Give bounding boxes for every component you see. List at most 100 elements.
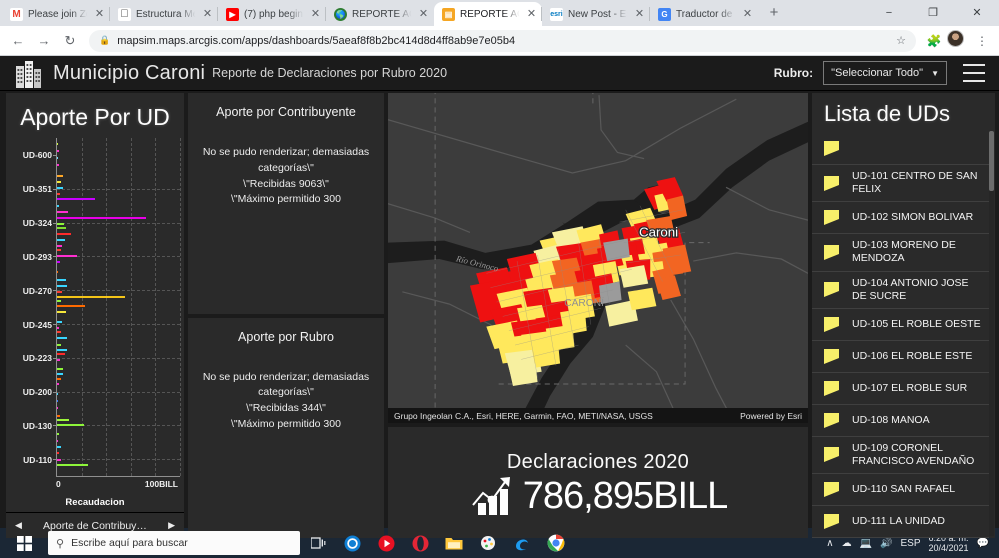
chart-bar[interactable] — [57, 211, 69, 214]
file-explorer-icon[interactable] — [438, 528, 470, 558]
chart-bar[interactable] — [57, 445, 62, 448]
scrollbar-thumb[interactable] — [989, 131, 994, 191]
maximize-button[interactable]: ❐ — [911, 0, 955, 26]
new-tab-button[interactable]: + — [762, 2, 786, 26]
chart-bar[interactable] — [57, 279, 67, 282]
map-widget[interactable]: Caroni CARONÍ Río Orinoco Grupo Ingeolan… — [388, 93, 808, 423]
list-item[interactable]: UD-104 ANTONIO JOSE DE SUCRE — [812, 272, 989, 309]
address-bar[interactable]: 🔒 mapsim.maps.arcgis.com/apps/dashboards… — [89, 29, 916, 52]
chart-bar[interactable] — [57, 304, 86, 307]
chart-bar[interactable] — [57, 464, 88, 467]
chart-bar[interactable] — [57, 344, 62, 347]
media-player-icon[interactable] — [370, 528, 402, 558]
chart-bar[interactable] — [57, 368, 63, 371]
chart-bar[interactable] — [57, 300, 61, 303]
tray-chevron-icon[interactable]: ∧ — [826, 538, 833, 549]
chart-bar[interactable] — [57, 175, 64, 178]
list-item[interactable]: UD-103 MORENO DE MENDOZA — [812, 234, 989, 272]
list-item[interactable]: UD-107 EL ROBLE SUR — [812, 373, 989, 405]
chart-bar[interactable] — [57, 433, 59, 436]
chart-bar[interactable] — [57, 198, 96, 201]
close-icon[interactable]: ✕ — [309, 8, 322, 21]
cortana-icon[interactable] — [336, 528, 368, 558]
chart-bar[interactable] — [57, 383, 59, 386]
task-view-icon[interactable] — [302, 528, 334, 558]
language-indicator[interactable]: ESP — [900, 538, 920, 549]
list-item[interactable]: UD-111 LA UNIDAD — [812, 506, 989, 538]
chart-bar[interactable] — [57, 414, 61, 417]
edge-legacy-icon[interactable] — [506, 528, 538, 558]
back-icon[interactable]: ← — [6, 29, 30, 53]
chart-bar[interactable] — [57, 348, 67, 351]
chart-bar[interactable] — [57, 271, 58, 274]
chart-bar[interactable] — [57, 295, 125, 298]
chart-bar[interactable] — [57, 423, 85, 426]
close-icon[interactable]: ✕ — [93, 8, 106, 21]
chart-bar[interactable] — [57, 392, 59, 395]
list-item[interactable]: UD-105 EL ROBLE OESTE — [812, 309, 989, 341]
chart-bar[interactable] — [57, 458, 62, 461]
chart-bar[interactable] — [57, 142, 58, 145]
close-icon[interactable]: ✕ — [201, 8, 214, 21]
rubro-select[interactable]: "Seleccionar Todo" ▼ — [823, 61, 947, 85]
chrome-icon[interactable] — [540, 528, 572, 558]
reload-icon[interactable]: ↻ — [58, 29, 82, 53]
chart-bar[interactable] — [57, 337, 68, 340]
close-window-button[interactable]: ✕ — [955, 0, 999, 26]
browser-tab[interactable]:  Estructura Menu ✕ — [109, 2, 218, 26]
list-item[interactable]: UD-108 MANOA — [812, 405, 989, 437]
chart-bar[interactable] — [57, 321, 62, 324]
chart-bar[interactable] — [57, 192, 60, 195]
network-icon[interactable]: 💻 — [860, 538, 872, 549]
forward-icon[interactable]: → — [32, 29, 56, 53]
chart-bar[interactable] — [57, 227, 66, 230]
windows-start-icon[interactable] — [4, 528, 44, 558]
avatar[interactable] — [947, 29, 969, 52]
action-center-icon[interactable]: 💬 — [977, 538, 989, 549]
browser-tab[interactable]: 🌎 REPORTE ACTIV ✕ — [325, 2, 434, 26]
chart-bar[interactable] — [57, 406, 59, 409]
chart-bar[interactable] — [57, 359, 61, 362]
chart-bar[interactable] — [57, 260, 60, 263]
browser-tab[interactable]: ▶ (7) php beginne ✕ — [217, 2, 326, 26]
chart-bar[interactable] — [57, 326, 60, 329]
opera-icon[interactable] — [404, 528, 436, 558]
chart-bar[interactable] — [57, 149, 59, 152]
chart-bar[interactable] — [57, 205, 60, 208]
list-item[interactable] — [812, 133, 989, 165]
puzzle-icon[interactable]: 🧩 — [923, 30, 945, 52]
volume-icon[interactable]: 🔊 — [880, 538, 892, 549]
close-icon[interactable]: ✕ — [525, 8, 538, 21]
chart-bar[interactable] — [57, 285, 67, 288]
chart-bar[interactable] — [57, 419, 69, 422]
list-item[interactable]: UD-110 SAN RAFAEL — [812, 474, 989, 506]
list-item[interactable]: UD-101 CENTRO DE SAN FELIX — [812, 165, 989, 203]
chart-bar[interactable] — [57, 451, 60, 454]
minimize-button[interactable]: − — [867, 0, 911, 26]
close-icon[interactable]: ✕ — [633, 8, 646, 21]
chart-bar[interactable] — [57, 181, 62, 184]
browser-tab[interactable]: M Please join Zoom ✕ — [2, 2, 110, 26]
paint-icon[interactable] — [472, 528, 504, 558]
browser-tab[interactable]: G Traductor de Go ✕ — [649, 2, 758, 26]
star-icon[interactable]: ☆ — [896, 34, 906, 47]
kebab-menu-icon[interactable]: ⋮ — [971, 30, 993, 52]
browser-tab[interactable]: esri New Post - Esri ✕ — [541, 2, 650, 26]
chart-bar[interactable] — [57, 156, 59, 159]
chart-bar[interactable] — [57, 255, 78, 258]
onedrive-icon[interactable]: ☁ — [842, 538, 852, 549]
chart-bar[interactable] — [57, 399, 59, 402]
browser-tab-active[interactable]: ▤ REPORTE ACTIV ✕ — [434, 2, 542, 26]
map-canvas[interactable]: Caroni CARONÍ Río Orinoco — [388, 93, 808, 423]
chart-bar[interactable] — [57, 353, 65, 356]
chart-bar[interactable] — [57, 373, 64, 376]
chart-bar[interactable] — [57, 249, 61, 252]
hamburger-menu-icon[interactable] — [963, 64, 985, 82]
chart-bar[interactable] — [57, 331, 61, 334]
chart-bar[interactable] — [57, 440, 59, 443]
chart-bar[interactable] — [57, 290, 62, 293]
chart-bar[interactable] — [57, 244, 62, 247]
chart-bar[interactable] — [57, 238, 65, 241]
search-input[interactable]: ⚲ Escribe aquí para buscar — [48, 531, 300, 555]
ud-list-scroll[interactable]: UD-101 CENTRO DE SAN FELIX UD-102 SIMON B… — [812, 133, 995, 538]
